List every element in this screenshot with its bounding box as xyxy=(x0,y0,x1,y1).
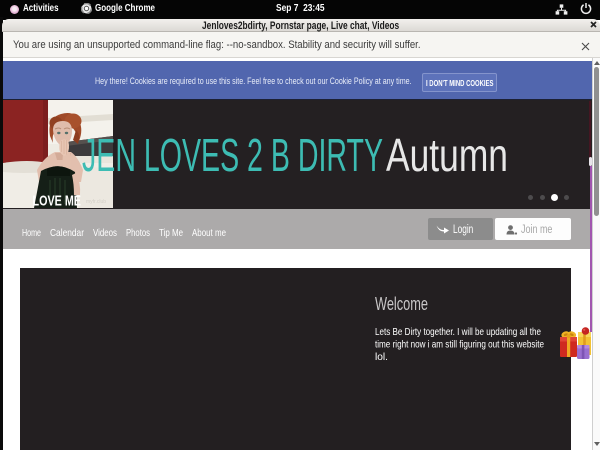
svg-text:lol.: lol. xyxy=(375,351,388,363)
svg-text:Calendar: Calendar xyxy=(50,227,84,239)
svg-text:Welcome: Welcome xyxy=(375,293,428,314)
svg-text:JEN LOVES 2 B DIRTY: JEN LOVES 2 B DIRTY xyxy=(82,129,383,178)
svg-text:Photos: Photos xyxy=(126,227,150,239)
svg-text:myfr.club: myfr.club xyxy=(86,199,106,205)
svg-text:time right now i am still figu: time right now i am still figuring out t… xyxy=(375,339,544,351)
svg-text:Home: Home xyxy=(22,227,41,239)
svg-text:About me: About me xyxy=(192,227,226,239)
svg-text:Videos: Videos xyxy=(93,227,117,239)
svg-text:Autumn: Autumn xyxy=(386,129,508,178)
svg-text:LOVE ME: LOVE ME xyxy=(32,193,81,209)
svg-text:Tip Me: Tip Me xyxy=(159,227,183,239)
svg-text:Lets Be Dirty together. I will: Lets Be Dirty together. I will be updati… xyxy=(375,326,541,338)
